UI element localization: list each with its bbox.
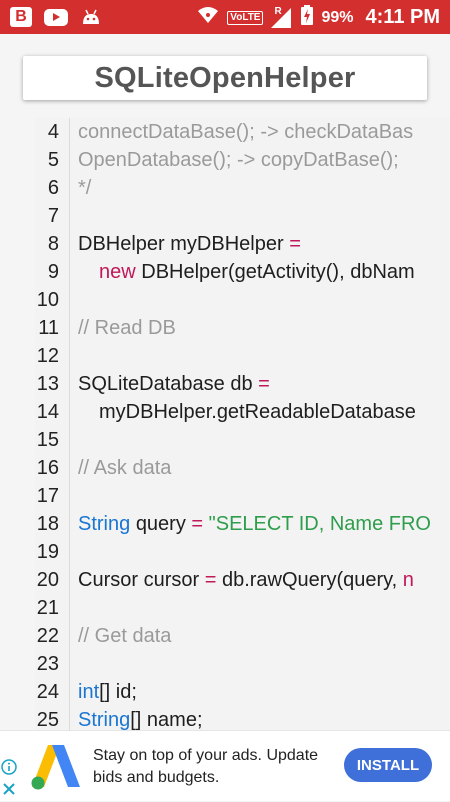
- comment-text: // Get data: [78, 625, 172, 647]
- code-text: new DBHelper(getActivity(), dbNam: [78, 258, 415, 286]
- code-token: DBHelper myDBHelper: [78, 233, 284, 255]
- code-token: DBHelper(getActivity(), dbNam: [141, 261, 415, 283]
- type-token: String: [78, 709, 131, 730]
- code-line: 15: [35, 426, 450, 454]
- operator-token: =: [289, 233, 301, 255]
- comment-text: // Read DB: [78, 317, 176, 339]
- battery-percent: 99%: [321, 8, 354, 26]
- code-text: String query = "SELECT ID, Name FRO: [78, 510, 431, 538]
- code-line: 17: [35, 482, 450, 510]
- code-text: Cursor cursor = db.rawQuery(query, n: [78, 566, 414, 594]
- code-token: [] id;: [99, 681, 137, 703]
- code-line: 20 Cursor cursor = db.rawQuery(query, n: [35, 566, 450, 594]
- code-line: 23: [35, 650, 450, 678]
- code-line: 16 // Ask data: [35, 454, 450, 482]
- notification-icons: B: [10, 6, 102, 28]
- code-line: 4 connectDataBase(); -> checkDataBas: [35, 118, 450, 146]
- code-line: 25 String[] name;: [35, 706, 450, 730]
- string-token: "SELECT ID, Name FRO: [208, 513, 431, 535]
- operator-token: =: [258, 373, 270, 395]
- line-number: 23: [36, 653, 59, 675]
- code-token: Cursor cursor: [78, 569, 200, 591]
- line-number: 14: [36, 401, 59, 423]
- code-line: 22 // Get data: [35, 622, 450, 650]
- code-text: myDBHelper.getReadableDatabase: [99, 401, 416, 423]
- line-number: 9: [47, 261, 59, 283]
- line-number: 16: [36, 457, 59, 479]
- battery-icon: [301, 5, 314, 30]
- page-title: SQLiteOpenHelper: [94, 61, 356, 94]
- youtube-icon: [44, 8, 68, 26]
- install-button[interactable]: INSTALL: [344, 748, 432, 782]
- code-line: 6 */: [35, 174, 450, 202]
- code-line: 19: [35, 538, 450, 566]
- code-line: 5 OpenDatabase(); -> copyDatBase();: [35, 146, 450, 174]
- code-viewer[interactable]: 4 connectDataBase(); -> checkDataBas 5 O…: [35, 118, 450, 730]
- ad-banner[interactable]: Stay on top of your ads. Update bids and…: [0, 730, 450, 801]
- line-number: 20: [36, 569, 59, 591]
- blogger-icon: B: [10, 7, 32, 27]
- wifi-icon: [197, 6, 219, 29]
- keyword-token: new: [99, 261, 136, 283]
- code-token: db.rawQuery(query,: [221, 569, 398, 591]
- code-text: OpenDatabase(); -> copyDatBase();: [78, 149, 399, 171]
- code-text: SQLiteDatabase db =: [78, 370, 270, 398]
- line-number: 25: [36, 709, 59, 730]
- line-number: 7: [47, 205, 59, 227]
- code-line: 11 // Read DB: [35, 314, 450, 342]
- google-ads-logo-icon[interactable]: [30, 739, 82, 791]
- code-token: SQLiteDatabase db: [78, 373, 253, 395]
- line-number: 18: [36, 513, 59, 535]
- line-number: 19: [36, 541, 59, 563]
- ad-text[interactable]: Stay on top of your ads. Update bids and…: [93, 745, 339, 789]
- roaming-label: R: [274, 5, 282, 17]
- code-text: */: [78, 177, 92, 199]
- signal-icon: R: [271, 5, 293, 28]
- code-line: 12: [35, 342, 450, 370]
- code-line: 13 SQLiteDatabase db =: [35, 370, 450, 398]
- line-number: 12: [36, 345, 59, 367]
- type-token: int: [78, 681, 100, 703]
- line-number: 24: [36, 681, 59, 703]
- line-number: 4: [47, 121, 59, 143]
- code-line: 9 new DBHelper(getActivity(), dbNam: [35, 258, 450, 286]
- code-line: 8 DBHelper myDBHelper =: [35, 230, 450, 258]
- line-number: 11: [38, 317, 59, 339]
- clock: 4:11 PM: [365, 6, 440, 28]
- volte-badge: VoLTE: [227, 10, 264, 25]
- code-token: [] name;: [130, 709, 203, 730]
- code-line: 10: [35, 286, 450, 314]
- line-number: 10: [36, 289, 59, 311]
- line-number: 17: [36, 485, 59, 507]
- title-card: SQLiteOpenHelper: [23, 56, 427, 100]
- type-token: String: [78, 513, 131, 535]
- system-icons: VoLTE R 99% 4:11 PM: [197, 5, 440, 30]
- line-number: 6: [47, 177, 59, 199]
- line-number: 21: [36, 597, 59, 619]
- code-text: int[] id;: [78, 678, 137, 706]
- code-text: DBHelper myDBHelper =: [78, 230, 301, 258]
- close-icon[interactable]: [1, 781, 17, 797]
- code-text: String[] name;: [78, 706, 203, 730]
- line-number: 8: [47, 233, 59, 255]
- code-text: connectDataBase(); -> checkDataBas: [78, 121, 414, 143]
- code-token: query: [135, 513, 186, 535]
- code-line: 7: [35, 202, 450, 230]
- line-number: 15: [36, 429, 59, 451]
- ad-info-icon[interactable]: [1, 759, 17, 775]
- android-icon: [80, 6, 102, 28]
- code-line: 18 String query = "SELECT ID, Name FRO: [35, 510, 450, 538]
- line-number: 22: [36, 625, 59, 647]
- code-line: 21: [35, 594, 450, 622]
- keyword-token: n: [402, 569, 414, 591]
- code-line: 14 myDBHelper.getReadableDatabase: [35, 398, 450, 426]
- operator-token: =: [204, 569, 217, 591]
- line-number: 5: [47, 149, 59, 171]
- status-bar: B VoLTE R 99% 4:11 PM: [0, 0, 450, 34]
- comment-text: // Ask data: [78, 457, 172, 479]
- line-number: 13: [36, 373, 59, 395]
- operator-token: =: [191, 513, 204, 535]
- code-line: 24 int[] id;: [35, 678, 450, 706]
